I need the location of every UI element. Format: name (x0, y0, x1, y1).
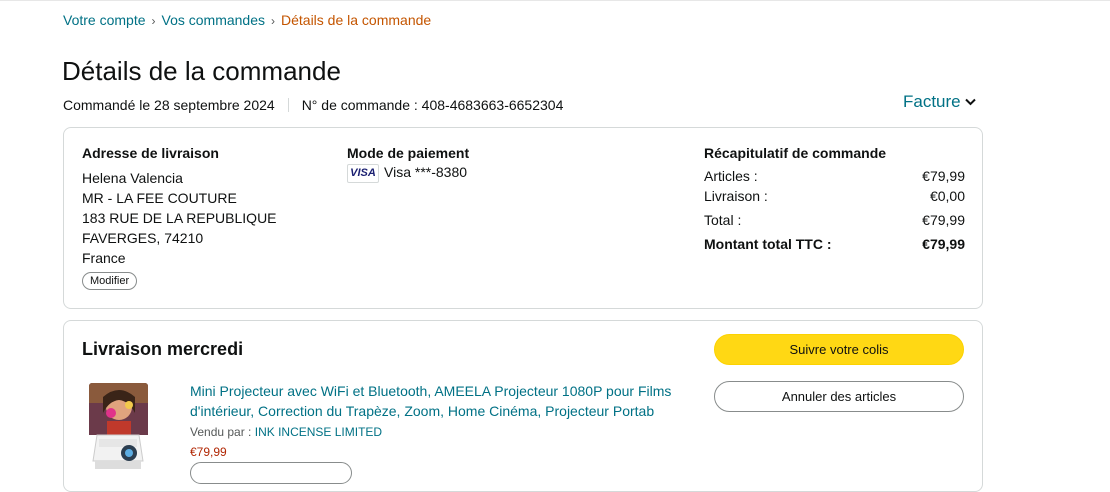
order-summary: Articles : €79,99 Livraison : €0,00 Tota… (704, 168, 965, 256)
cancel-items-button[interactable]: Annuler des articles (714, 381, 964, 412)
invoice-label: Facture (903, 92, 961, 111)
summary-value: €79,99 (922, 168, 965, 184)
projector-image-icon (89, 383, 148, 473)
breadcrumb-separator: › (151, 14, 156, 28)
chevron-down-icon (964, 98, 976, 106)
delivery-card: Livraison mercredi Suivre votre colis An… (63, 320, 983, 492)
order-date: Commandé le 28 septembre 2024 (63, 97, 275, 113)
summary-value: €79,99 (922, 236, 965, 252)
payment-card-text: Visa ***-8380 (384, 164, 468, 181)
address-line: 183 RUE DE LA REPUBLIQUE (82, 210, 277, 226)
payment-method: VISA Visa ***-8380 (347, 164, 467, 183)
breadcrumb-your-account[interactable]: Votre compte (63, 12, 146, 28)
summary-value: €0,00 (929, 188, 965, 204)
order-summary-heading: Récapitulatif de commande (704, 145, 887, 161)
summary-row-total: Total : €79,99 (704, 212, 965, 232)
shipping-address-heading: Adresse de livraison (82, 145, 219, 161)
summary-label: Livraison : (704, 188, 768, 204)
visa-card-icon: VISA (347, 164, 379, 183)
delivery-title: Livraison mercredi (82, 339, 244, 359)
summary-label: Montant total TTC : (704, 236, 832, 252)
shipping-address: Helena Valencia MR - LA FEE COUTURE 183 … (82, 168, 277, 268)
order-number: N° de commande : 408-4683663-6652304 (301, 97, 564, 113)
product-image[interactable] (89, 383, 148, 473)
meta-divider (287, 98, 289, 112)
breadcrumb-your-orders[interactable]: Vos commandes (162, 12, 266, 28)
address-line: France (82, 250, 126, 266)
address-line: Helena Valencia (82, 170, 183, 186)
order-info-card: Adresse de livraison Helena Valencia MR … (63, 127, 983, 309)
address-line: MR - LA FEE COUTURE (82, 190, 237, 206)
modify-address-button[interactable]: Modifier (82, 272, 138, 290)
summary-row-items: Articles : €79,99 (704, 168, 965, 188)
sold-by: Vendu par : INK INCENSE LIMITED (190, 425, 382, 439)
breadcrumb-current: Détails de la commande (281, 12, 432, 28)
sold-by-label: Vendu par : (190, 425, 252, 439)
buy-again-button[interactable] (190, 462, 352, 484)
seller-link[interactable]: INK INCENSE LIMITED (255, 425, 382, 439)
summary-row-grand-total: Montant total TTC : €79,99 (704, 236, 965, 256)
summary-label: Total : (704, 212, 742, 228)
breadcrumb: Votre compte › Vos commandes › Détails de la… (63, 12, 431, 28)
summary-label: Articles : (704, 168, 758, 184)
track-package-button[interactable]: Suivre votre colis (714, 334, 964, 365)
top-divider (0, 0, 1110, 1)
product-title-link[interactable]: Mini Projecteur avec WiFi et Bluetooth, … (190, 381, 710, 421)
page-title: Détails de la commande (62, 56, 341, 86)
address-line: FAVERGES, 74210 (82, 230, 204, 246)
invoice-dropdown[interactable]: Facture (903, 92, 976, 112)
summary-row-shipping: Livraison : €0,00 (704, 188, 965, 208)
product-price: €79,99 (190, 445, 227, 459)
order-meta: Commandé le 28 septembre 2024 N° de comma… (63, 97, 563, 113)
breadcrumb-separator: › (271, 14, 275, 28)
payment-method-heading: Mode de paiement (347, 145, 470, 161)
summary-value: €79,99 (922, 212, 965, 228)
